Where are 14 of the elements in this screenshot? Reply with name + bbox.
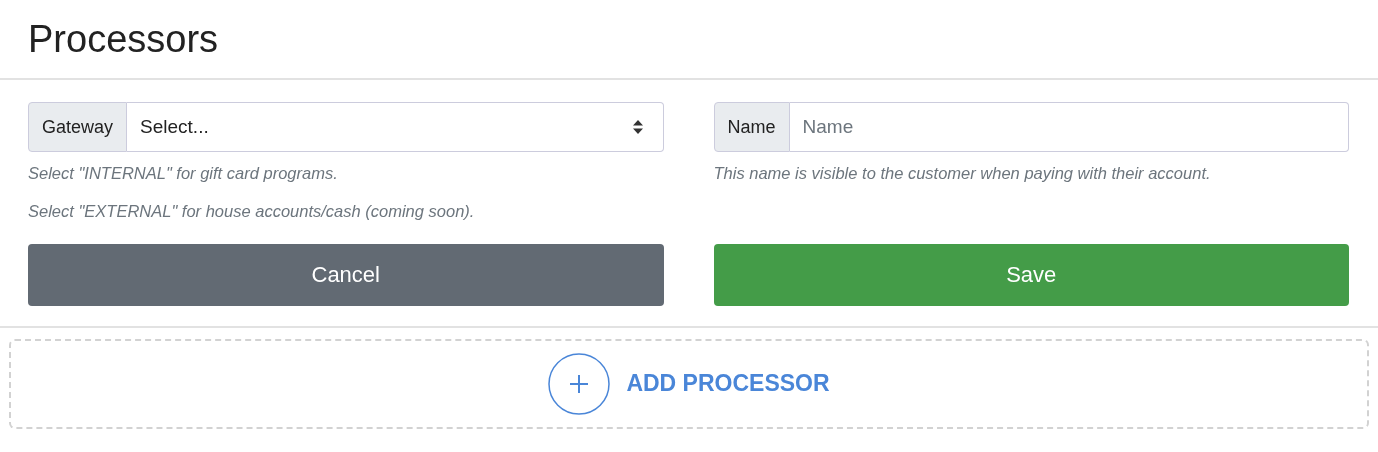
add-processor-link[interactable]: ADD PROCESSOR (626, 370, 830, 398)
name-input[interactable]: Name (789, 102, 1349, 152)
gateway-label: Gateway (28, 102, 128, 152)
hint-text: Select "INTERNAL" for gift card programs. (28, 164, 339, 184)
sort-caret-icon (632, 120, 643, 134)
add-processor-area[interactable]: ADD PROCESSOR (9, 338, 1369, 429)
hint-text: This name is visible to the customer when paying with their account. (713, 164, 1212, 184)
name-label: Name (713, 102, 790, 152)
page-title: Processors (28, 17, 219, 61)
gateway-select[interactable]: Select... (127, 102, 664, 152)
plus-icon (548, 352, 611, 415)
hint-text: Select "EXTERNAL" for house accounts/cash (coming soon). (28, 201, 476, 222)
save-button[interactable]: Save (713, 243, 1349, 306)
cancel-button[interactable]: Cancel (28, 243, 664, 306)
